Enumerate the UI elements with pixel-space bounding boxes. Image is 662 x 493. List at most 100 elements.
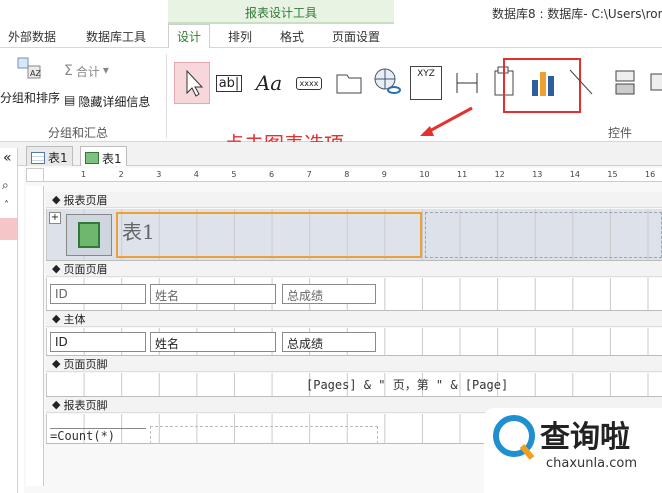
ruler-number: 14 (569, 170, 580, 179)
ruler-corner[interactable] (26, 168, 44, 182)
detail-field-id[interactable]: ID (50, 332, 146, 352)
ruler-number: 3 (156, 170, 162, 179)
group-label-controls: 控件 (608, 126, 633, 140)
collapse-nav-icon[interactable]: « (3, 150, 12, 166)
ruler-number: 12 (494, 170, 505, 179)
detail-field-name[interactable]: 姓名 (150, 332, 276, 352)
vertical-ruler (26, 186, 44, 486)
doc-tab-label: 表1 (48, 151, 68, 165)
select-pointer-control[interactable] (174, 62, 210, 104)
doc-tab-report[interactable]: 表1 (80, 146, 127, 167)
section-arrow-icon: ◆ (52, 312, 61, 325)
ruler-number: 1 (81, 170, 87, 179)
textbox-icon: ab| (215, 74, 243, 92)
tab-database-tools[interactable]: 数据库工具 (86, 28, 146, 45)
sort-icon: AZ (14, 56, 44, 86)
more-icon (650, 73, 662, 91)
toggle-icon (615, 70, 635, 95)
annotation-arrow (416, 104, 476, 143)
ruler-numbers: 1 2 3 4 5 6 7 8 9 10 11 12 13 14 15 16 (44, 169, 662, 181)
tab-page-setup[interactable]: 页面设置 (332, 28, 380, 45)
ruler-number: 9 (381, 170, 387, 179)
move-handle-icon[interactable]: + (49, 212, 61, 224)
nav-selected-item[interactable] (0, 218, 17, 240)
section-report-header[interactable]: ◆ 报表页眉 (46, 192, 662, 208)
detail-field-total[interactable]: 总成绩 (282, 332, 376, 352)
button-control[interactable]: xxxx (294, 68, 324, 98)
watermark-logo (493, 415, 535, 460)
header-label-id[interactable]: ID (50, 284, 146, 304)
hyperlink-control[interactable] (372, 66, 402, 96)
page-number-expression[interactable]: [Pages] & " 页，第 " & [Page] (306, 376, 508, 393)
section-detail[interactable]: ◆ 主体 (46, 311, 662, 327)
bar-chart-icon (532, 72, 554, 96)
report-title-label[interactable]: 表1 (116, 212, 422, 258)
label-icon: Aa (255, 71, 283, 95)
section-arrow-icon: ◆ (52, 398, 61, 411)
ruler-number: 4 (193, 170, 199, 179)
report-logo-icon (78, 222, 100, 248)
section-page-footer[interactable]: ◆ 页面页脚 (46, 356, 662, 372)
table-icon (31, 151, 45, 164)
context-tab-title: 报表设计工具 (244, 6, 317, 20)
doc-tab-label: 表1 (102, 151, 122, 166)
tab-design[interactable]: 设计 (168, 24, 211, 49)
totals-label: 合计 (75, 65, 100, 79)
tab-format[interactable]: 格式 (280, 28, 304, 45)
toggle-control[interactable] (610, 68, 640, 98)
group-sort-button[interactable]: 分组和排序 (0, 89, 60, 106)
totals-button[interactable]: Σ 合计 ▾ (64, 63, 109, 80)
button-icon: xxxx (295, 76, 323, 90)
ruler-number: 8 (344, 170, 350, 179)
section-label: 报表页眉 (63, 193, 108, 207)
textbox-control[interactable]: ab| (214, 68, 244, 98)
section-label: 报表页脚 (63, 398, 108, 412)
ruler-number: 2 (118, 170, 124, 179)
tab-arrange[interactable]: 排列 (228, 28, 252, 45)
report-header-empty-zone (425, 212, 662, 258)
more-controls[interactable] (644, 68, 662, 98)
sigma-icon: Σ (64, 63, 73, 79)
hide-details-button[interactable]: ▤ 隐藏详细信息 (64, 93, 150, 110)
navigation-pane (0, 148, 18, 493)
web-browser-icon: XYZ (417, 69, 435, 79)
doc-tab-table[interactable]: 表1 (26, 146, 73, 166)
folder-tab-icon (336, 74, 362, 94)
line-control[interactable] (566, 66, 596, 96)
report-footer-empty-box (150, 426, 378, 444)
ruler-number: 16 (645, 170, 656, 179)
ruler-number: 15 (607, 170, 618, 179)
header-label-name[interactable]: 姓名 (150, 284, 276, 304)
hide-details-icon: ▤ (64, 93, 76, 107)
chevron-up-icon[interactable]: ˄ (4, 200, 9, 211)
ruler-number: 7 (306, 170, 312, 179)
report-icon (85, 152, 99, 164)
watermark-url: chaxunla.com (546, 456, 637, 471)
navigation-control[interactable] (452, 68, 482, 98)
group-label-grouping: 分组和汇总 (48, 126, 109, 140)
chart-control[interactable] (528, 68, 558, 98)
watermark-brand: 查询啦 (540, 420, 630, 455)
chevron-down-icon: ▾ (102, 63, 109, 77)
group-separator (166, 54, 167, 138)
cursor-icon (186, 69, 204, 97)
web-browser-control[interactable]: XYZ (410, 66, 442, 100)
section-arrow-icon: ◆ (52, 357, 61, 370)
app-title: 数据库8 : 数据库- C:\Users\ron (492, 7, 662, 21)
ruler-number: 5 (231, 170, 237, 179)
header-label-total[interactable]: 总成绩 (282, 284, 376, 304)
report-logo[interactable] (66, 214, 112, 256)
hide-details-label: 隐藏详细信息 (78, 95, 151, 109)
tab-external-data[interactable]: 外部数据 (8, 28, 56, 45)
watermark: 查询啦 chaxunla.com (484, 408, 662, 493)
section-page-header[interactable]: ◆ 页面页眉 (46, 261, 662, 277)
section-arrow-icon: ◆ (52, 193, 61, 206)
count-expression[interactable]: =Count(*) (50, 428, 146, 446)
search-icon[interactable]: ⌕ (2, 178, 9, 193)
section-arrow-icon: ◆ (52, 262, 61, 275)
line-icon (569, 69, 593, 95)
ruler-number: 10 (419, 170, 430, 179)
svg-text:AZ: AZ (30, 69, 41, 78)
tab-control[interactable] (334, 68, 364, 98)
label-control[interactable]: Aa (254, 68, 284, 98)
